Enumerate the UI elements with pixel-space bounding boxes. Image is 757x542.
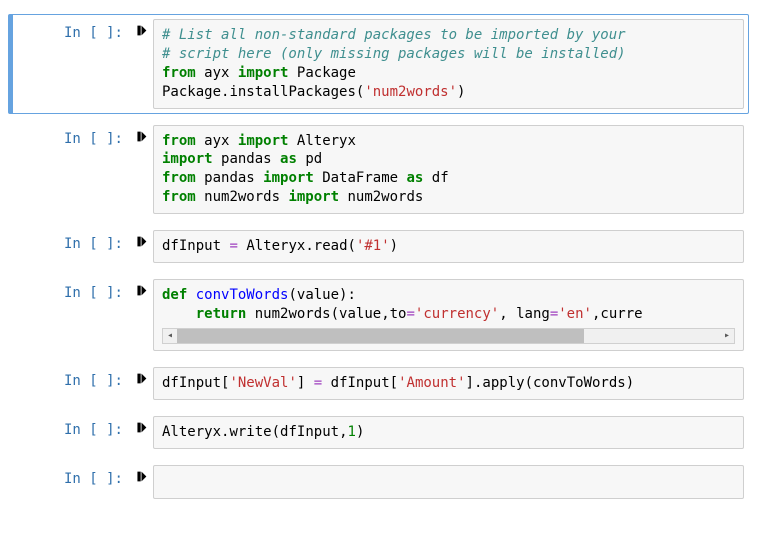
- code-cell[interactable]: In [ ]: def convToWords(value): return nu…: [8, 274, 749, 356]
- prompt-label: In [ ]:: [64, 131, 123, 147]
- code-input[interactable]: # List all non-standard packages to be i…: [153, 19, 744, 109]
- notebook: In [ ]: # List all non-standard packages …: [0, 0, 757, 530]
- run-icon: [135, 130, 148, 147]
- run-cell-button[interactable]: [129, 279, 153, 301]
- code-cell[interactable]: In [ ]:: [8, 460, 749, 504]
- scroll-left-arrow-icon[interactable]: ◂: [163, 329, 177, 343]
- code-input[interactable]: Alteryx.write(dfInput,1): [153, 416, 744, 449]
- code-text[interactable]: from ayx import Alteryx import pandas as…: [162, 132, 735, 208]
- scroll-right-arrow-icon[interactable]: ▸: [720, 329, 734, 343]
- prompt-area: In [ ]:: [17, 416, 129, 438]
- code-cell[interactable]: In [ ]: from ayx import Alteryx import pa…: [8, 120, 749, 220]
- code-cell[interactable]: In [ ]: dfInput['NewVal'] = dfInput['Amou…: [8, 362, 749, 405]
- prompt-area: In [ ]:: [17, 230, 129, 252]
- prompt-label: In [ ]:: [64, 25, 123, 41]
- prompt-area: In [ ]:: [17, 279, 129, 301]
- code-cell[interactable]: In [ ]: Alteryx.write(dfInput,1): [8, 411, 749, 454]
- run-icon: [135, 372, 148, 389]
- code-input[interactable]: dfInput = Alteryx.read('#1'): [153, 230, 744, 263]
- code-input[interactable]: dfInput['NewVal'] = dfInput['Amount'].ap…: [153, 367, 744, 400]
- horizontal-scrollbar[interactable]: ◂▸: [162, 328, 735, 344]
- code-cell[interactable]: In [ ]: dfInput = Alteryx.read('#1'): [8, 225, 749, 268]
- prompt-label: In [ ]:: [64, 422, 123, 438]
- run-icon: [135, 421, 148, 438]
- code-text[interactable]: dfInput = Alteryx.read('#1'): [162, 237, 735, 256]
- run-cell-button[interactable]: [129, 125, 153, 147]
- run-icon: [135, 235, 148, 252]
- run-cell-button[interactable]: [129, 465, 153, 487]
- scroll-thumb[interactable]: [177, 329, 584, 343]
- prompt-label: In [ ]:: [64, 285, 123, 301]
- prompt-area: In [ ]:: [17, 19, 129, 41]
- code-text[interactable]: # List all non-standard packages to be i…: [162, 26, 735, 102]
- code-cell[interactable]: In [ ]: # List all non-standard packages …: [8, 14, 749, 114]
- code-text[interactable]: dfInput['NewVal'] = dfInput['Amount'].ap…: [162, 374, 735, 393]
- run-icon: [135, 284, 148, 301]
- run-cell-button[interactable]: [129, 367, 153, 389]
- code-input[interactable]: def convToWords(value): return num2words…: [153, 279, 744, 351]
- code-input[interactable]: from ayx import Alteryx import pandas as…: [153, 125, 744, 215]
- prompt-area: In [ ]:: [17, 465, 129, 487]
- run-cell-button[interactable]: [129, 19, 153, 41]
- code-input[interactable]: [153, 465, 744, 499]
- prompt-area: In [ ]:: [17, 367, 129, 389]
- code-text[interactable]: def convToWords(value): return num2words…: [162, 286, 735, 324]
- code-text[interactable]: Alteryx.write(dfInput,1): [162, 423, 735, 442]
- run-icon: [135, 470, 148, 487]
- scroll-track[interactable]: [177, 329, 720, 343]
- prompt-label: In [ ]:: [64, 471, 123, 487]
- run-cell-button[interactable]: [129, 230, 153, 252]
- prompt-area: In [ ]:: [17, 125, 129, 147]
- prompt-label: In [ ]:: [64, 373, 123, 389]
- run-cell-button[interactable]: [129, 416, 153, 438]
- run-icon: [135, 24, 148, 41]
- prompt-label: In [ ]:: [64, 236, 123, 252]
